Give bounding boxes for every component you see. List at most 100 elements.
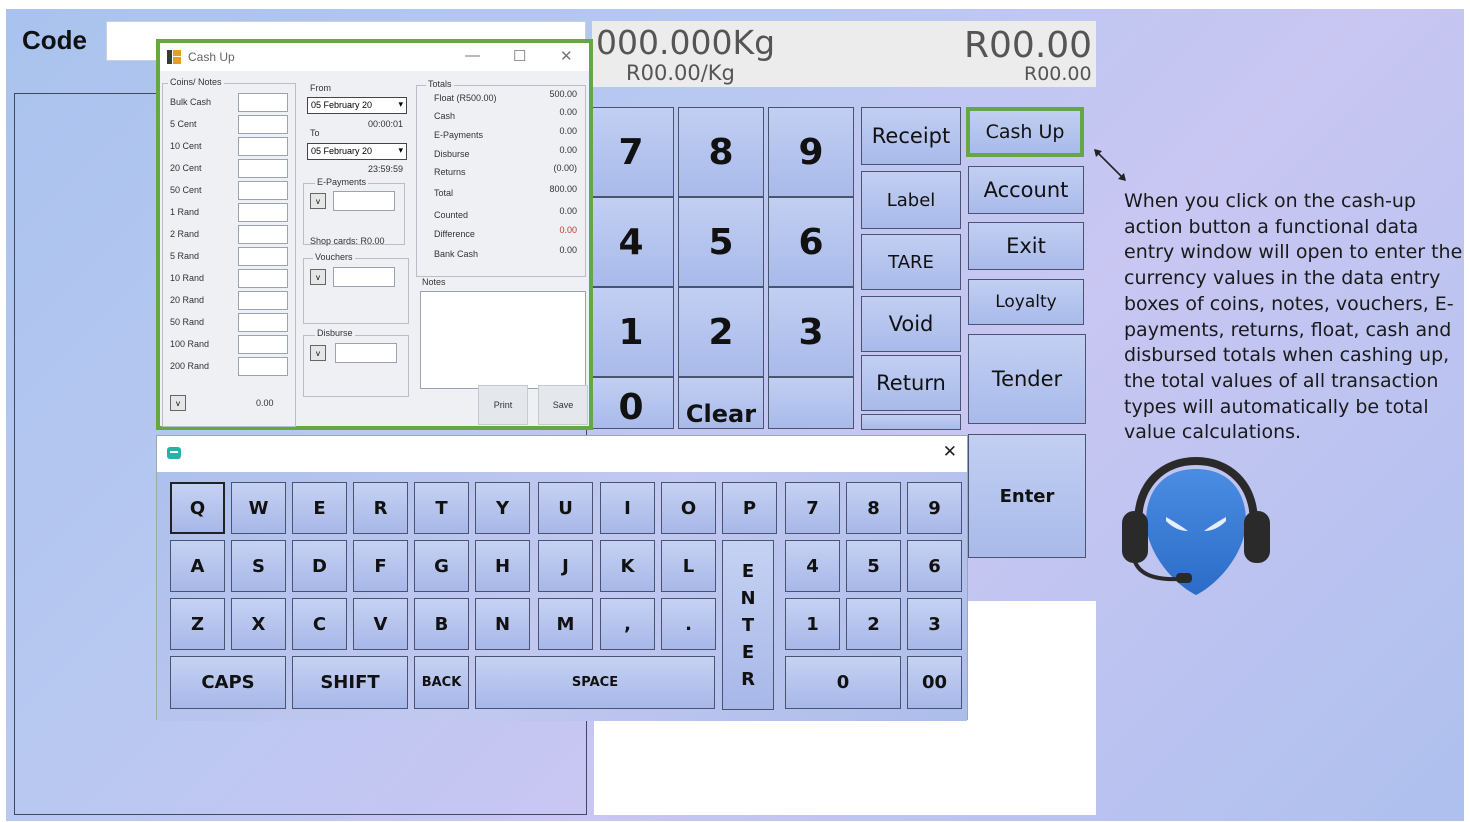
key-blank[interactable] bbox=[768, 377, 854, 429]
coin-input[interactable] bbox=[238, 313, 288, 332]
space-key[interactable]: SPACE bbox=[475, 656, 715, 709]
key-9[interactable]: 9 bbox=[768, 107, 854, 197]
coin-input[interactable] bbox=[238, 203, 288, 222]
keyboard-close-button[interactable]: ✕ bbox=[943, 442, 957, 462]
vouchers-dropdown-button[interactable]: v bbox=[310, 269, 326, 285]
key-4[interactable]: 4 bbox=[588, 197, 674, 287]
coin-input[interactable] bbox=[238, 93, 288, 112]
key-m[interactable]: M bbox=[538, 598, 593, 650]
cash-up-title: Cash Up bbox=[188, 50, 235, 64]
key-v[interactable]: V bbox=[353, 598, 408, 650]
coin-input[interactable] bbox=[238, 247, 288, 266]
key-n[interactable]: N bbox=[475, 598, 530, 650]
key-2[interactable]: 2 bbox=[678, 287, 764, 377]
epayments-input[interactable] bbox=[333, 191, 395, 211]
numpad-key-2[interactable]: 2 bbox=[846, 598, 901, 650]
key-k[interactable]: K bbox=[600, 540, 655, 592]
numpad-key-0[interactable]: 0 bbox=[785, 656, 901, 709]
key-d[interactable]: D bbox=[292, 540, 347, 592]
key-e[interactable]: E bbox=[292, 482, 347, 534]
minimize-button[interactable]: — bbox=[465, 47, 480, 64]
hidden-action-button[interactable] bbox=[861, 414, 961, 430]
numpad-key-4[interactable]: 4 bbox=[785, 540, 840, 592]
key-3[interactable]: 3 bbox=[768, 287, 854, 377]
key-w[interactable]: W bbox=[231, 482, 286, 534]
key-f[interactable]: F bbox=[353, 540, 408, 592]
key-z[interactable]: Z bbox=[170, 598, 225, 650]
disburse-input[interactable] bbox=[335, 343, 397, 363]
key-b[interactable]: B bbox=[414, 598, 469, 650]
numpad-key-7[interactable]: 7 bbox=[785, 482, 840, 534]
coin-input[interactable] bbox=[238, 269, 288, 288]
numpad-key-5[interactable]: 5 bbox=[846, 540, 901, 592]
close-button[interactable]: ✕ bbox=[560, 47, 573, 65]
key-p[interactable]: P bbox=[722, 482, 777, 534]
loyalty-button[interactable]: Loyalty bbox=[968, 279, 1084, 325]
key-t[interactable]: T bbox=[414, 482, 469, 534]
key-g[interactable]: G bbox=[414, 540, 469, 592]
key-o[interactable]: O bbox=[661, 482, 716, 534]
account-button[interactable]: Account bbox=[968, 166, 1084, 214]
numpad-key-9[interactable]: 9 bbox=[907, 482, 962, 534]
disburse-dropdown-button[interactable]: v bbox=[310, 345, 326, 361]
key-y[interactable]: Y bbox=[475, 482, 530, 534]
key-0[interactable]: 0 bbox=[588, 377, 674, 429]
numpad-key-1[interactable]: 1 bbox=[785, 598, 840, 650]
key-comma[interactable]: , bbox=[600, 598, 655, 650]
key-6[interactable]: 6 bbox=[768, 197, 854, 287]
enter-button[interactable]: Enter bbox=[968, 434, 1086, 558]
save-button[interactable]: Save bbox=[538, 385, 588, 425]
return-button[interactable]: Return bbox=[861, 355, 961, 411]
key-7[interactable]: 7 bbox=[588, 107, 674, 197]
numpad-key-00[interactable]: 00 bbox=[907, 656, 962, 709]
key-u[interactable]: U bbox=[538, 482, 593, 534]
backspace-key[interactable]: BACK bbox=[414, 656, 469, 709]
numpad-key-6[interactable]: 6 bbox=[907, 540, 962, 592]
from-date-picker[interactable]: 05 February 20 ▾ bbox=[307, 97, 407, 114]
void-button[interactable]: Void bbox=[861, 296, 961, 352]
numpad-key-8[interactable]: 8 bbox=[846, 482, 901, 534]
key-a[interactable]: A bbox=[170, 540, 225, 592]
coin-input[interactable] bbox=[238, 335, 288, 354]
key-5[interactable]: 5 bbox=[678, 197, 764, 287]
receipt-button[interactable]: Receipt bbox=[861, 107, 961, 165]
caps-key[interactable]: CAPS bbox=[170, 656, 286, 709]
total-price-readout: R00.00 bbox=[964, 25, 1093, 66]
numpad-key-3[interactable]: 3 bbox=[907, 598, 962, 650]
key-q[interactable]: Q bbox=[170, 482, 225, 534]
print-button[interactable]: Print bbox=[478, 385, 528, 425]
coin-input[interactable] bbox=[238, 357, 288, 376]
key-c[interactable]: C bbox=[292, 598, 347, 650]
coin-input[interactable] bbox=[238, 137, 288, 156]
label-button[interactable]: Label bbox=[861, 171, 961, 229]
key-i[interactable]: I bbox=[600, 482, 655, 534]
key-r[interactable]: R bbox=[353, 482, 408, 534]
key-period[interactable]: . bbox=[661, 598, 716, 650]
clear-button[interactable]: Clear bbox=[678, 377, 764, 429]
key-1[interactable]: 1 bbox=[588, 287, 674, 377]
cash-up-button[interactable]: Cash Up bbox=[966, 107, 1084, 157]
key-j[interactable]: J bbox=[538, 540, 593, 592]
coin-input[interactable] bbox=[238, 291, 288, 310]
key-l[interactable]: L bbox=[661, 540, 716, 592]
key-8[interactable]: 8 bbox=[678, 107, 764, 197]
coins-dropdown-button[interactable]: v bbox=[170, 395, 186, 411]
coin-input[interactable] bbox=[238, 159, 288, 178]
to-date-picker[interactable]: 05 February 20 ▾ bbox=[307, 143, 407, 160]
key-x[interactable]: X bbox=[231, 598, 286, 650]
coin-input[interactable] bbox=[238, 115, 288, 134]
vouchers-input[interactable] bbox=[333, 267, 395, 287]
shift-key[interactable]: SHIFT bbox=[292, 656, 408, 709]
exit-button[interactable]: Exit bbox=[968, 222, 1084, 270]
tender-button[interactable]: Tender bbox=[968, 334, 1086, 424]
maximize-button[interactable]: ☐ bbox=[513, 47, 526, 65]
notes-textarea[interactable] bbox=[420, 291, 586, 389]
tare-button[interactable]: TARE bbox=[861, 234, 961, 290]
epayments-dropdown-button[interactable]: v bbox=[310, 193, 326, 209]
coin-input[interactable] bbox=[238, 225, 288, 244]
enter-key[interactable]: ENTER bbox=[722, 540, 774, 710]
coin-input[interactable] bbox=[238, 181, 288, 200]
key-s[interactable]: S bbox=[231, 540, 286, 592]
key-h[interactable]: H bbox=[475, 540, 530, 592]
coin-label: 10 Cent bbox=[170, 141, 202, 151]
